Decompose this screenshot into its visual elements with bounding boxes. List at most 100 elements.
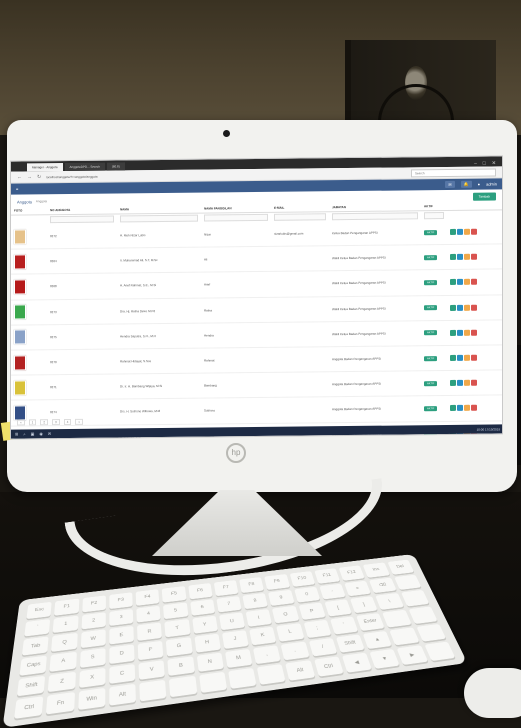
keyboard-key[interactable]: Tab xyxy=(21,636,49,656)
view-button[interactable] xyxy=(450,254,456,261)
keyboard-key[interactable]: Alt xyxy=(109,684,136,706)
keyboard-key[interactable]: G xyxy=(166,637,193,657)
breadcrumb[interactable]: Anggota xyxy=(36,199,47,203)
keyboard-key[interactable]: Q xyxy=(51,633,78,652)
print-button[interactable] xyxy=(464,354,470,361)
user-name[interactable]: admin xyxy=(486,181,497,186)
keyboard-key[interactable]: F xyxy=(137,640,164,660)
keyboard-key[interactable]: F2 xyxy=(81,595,106,613)
page-link[interactable]: 2 xyxy=(40,419,49,426)
view-button[interactable] xyxy=(450,279,456,286)
keyboard-key[interactable]: F7 xyxy=(213,579,239,596)
folder-icon[interactable]: ▣ xyxy=(31,431,35,436)
keyboard-key[interactable]: A xyxy=(49,651,77,672)
keyboard-key[interactable]: F1 xyxy=(54,598,79,616)
keyboard-key[interactable]: 2 xyxy=(81,612,106,630)
print-button[interactable] xyxy=(464,304,470,311)
keyboard-key[interactable]: Ins xyxy=(363,562,390,578)
keyboard-key[interactable]: Esc xyxy=(26,601,52,619)
keyboard-key[interactable]: / xyxy=(308,637,338,657)
keyboard-key[interactable]: Ctrl xyxy=(14,696,44,719)
keyboard-key[interactable]: Alt xyxy=(285,660,315,681)
keyboard-key[interactable]: 7 xyxy=(216,595,242,613)
keyboard-key[interactable]: Fn xyxy=(46,692,75,715)
system-clock[interactable]: 10:00 17/10/2019 xyxy=(477,427,503,431)
keyboard-key[interactable]: [ xyxy=(324,599,352,617)
print-button[interactable] xyxy=(464,254,470,261)
browser-tab[interactable]: (60.8) xyxy=(106,162,125,171)
delete-button[interactable] xyxy=(471,253,477,261)
keyboard-key[interactable]: R xyxy=(137,622,163,641)
keyboard-key[interactable] xyxy=(169,675,197,698)
keyboard-key[interactable] xyxy=(400,590,430,607)
keyboard-key[interactable]: 5 xyxy=(163,602,189,620)
minimize-icon[interactable]: – xyxy=(474,161,477,167)
keyboard-key[interactable]: 6 xyxy=(189,599,215,616)
keyboard-key[interactable]: V xyxy=(138,659,166,681)
page-link[interactable]: » xyxy=(75,418,84,425)
keyboard-key[interactable]: Ctrl xyxy=(313,656,344,677)
page-link[interactable]: 4 xyxy=(63,418,72,426)
keyboard-key[interactable]: ` xyxy=(24,618,51,637)
delete-button[interactable] xyxy=(471,279,477,286)
keyboard-key[interactable]: 8 xyxy=(242,592,269,610)
keyboard-key[interactable]: 4 xyxy=(136,605,161,623)
view-button[interactable] xyxy=(450,329,456,336)
print-button[interactable] xyxy=(464,405,470,412)
browser-icon[interactable]: ◉ xyxy=(39,431,43,436)
keyboard-key[interactable]: ; xyxy=(303,619,332,638)
user-avatar[interactable]: ● xyxy=(478,182,480,187)
start-icon[interactable]: ⊞ xyxy=(15,431,18,436)
keyboard-key[interactable] xyxy=(393,574,422,591)
close-icon[interactable]: ✕ xyxy=(492,160,496,166)
column-filter-input[interactable] xyxy=(274,213,326,221)
mouse[interactable] xyxy=(464,668,521,718)
keyboard-key[interactable]: Win xyxy=(77,688,106,711)
column-filter-input[interactable] xyxy=(332,212,418,221)
notification-icon[interactable]: ✉ xyxy=(445,180,455,189)
view-button[interactable] xyxy=(450,380,456,387)
keyboard-key[interactable] xyxy=(424,641,456,662)
keyboard-key[interactable]: ' xyxy=(330,616,359,635)
keyboard-key[interactable]: M xyxy=(224,648,253,669)
delete-button[interactable] xyxy=(471,379,477,386)
url-field[interactable]: localhost/anggota/?r=anggota/anggota xyxy=(46,172,216,180)
column-filter-input[interactable] xyxy=(424,212,444,220)
print-button[interactable] xyxy=(464,228,470,235)
keyboard-key[interactable]: F9 xyxy=(264,574,290,590)
keyboard-key[interactable]: F11 xyxy=(314,568,341,584)
keyboard-key[interactable]: ⌫ xyxy=(369,577,397,594)
keyboard-key[interactable]: Z xyxy=(47,671,76,693)
view-button[interactable] xyxy=(450,405,456,412)
edit-button[interactable] xyxy=(457,228,463,235)
bell-icon[interactable]: 🔔 xyxy=(460,180,472,188)
column-header[interactable]: AKTIF xyxy=(421,202,447,211)
keyboard-key[interactable]: O xyxy=(272,605,300,624)
edit-button[interactable] xyxy=(457,405,463,412)
delete-button[interactable] xyxy=(471,329,477,336)
keyboard-key[interactable]: . xyxy=(280,641,310,661)
keyboard-key[interactable]: = xyxy=(344,580,372,597)
mail-icon[interactable]: ✉ xyxy=(48,431,51,436)
keyboard-key[interactable]: F10 xyxy=(289,571,316,587)
search-icon[interactable]: ⌕ xyxy=(23,431,25,436)
keyboard-key[interactable] xyxy=(228,668,257,689)
keyboard-key[interactable]: , xyxy=(253,644,282,665)
keyboard-key[interactable]: 1 xyxy=(52,615,79,634)
keyboard-key[interactable]: N xyxy=(196,652,224,673)
keyboard-key[interactable]: C xyxy=(109,663,136,685)
keyboard-key[interactable] xyxy=(382,609,412,628)
keyboard-key[interactable]: 3 xyxy=(109,608,134,627)
keyboard-key[interactable]: Caps xyxy=(19,655,48,676)
delete-button[interactable] xyxy=(471,354,477,361)
delete-button[interactable] xyxy=(471,228,477,235)
keyboard-key[interactable]: E xyxy=(109,626,134,645)
keyboard-key[interactable] xyxy=(139,679,167,702)
add-button[interactable]: Tambah xyxy=(472,192,496,201)
edit-button[interactable] xyxy=(457,279,463,286)
view-button[interactable] xyxy=(450,304,456,311)
keyboard-key[interactable]: T xyxy=(164,619,191,638)
keyboard-key[interactable]: F6 xyxy=(187,583,213,600)
keyboard-key[interactable]: I xyxy=(245,609,273,627)
reload-icon[interactable]: ↻ xyxy=(37,174,41,180)
